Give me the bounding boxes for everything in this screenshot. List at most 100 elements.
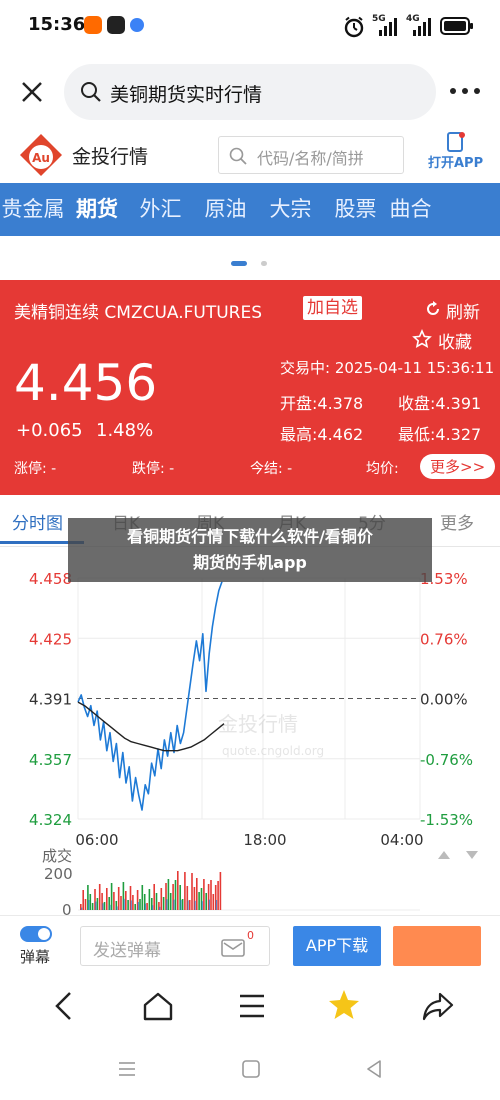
tab-more[interactable]: 更多 xyxy=(440,509,474,534)
volume-bar xyxy=(148,889,151,910)
volume-bar xyxy=(106,888,108,910)
cat-item-more[interactable]: 曲合 xyxy=(388,183,433,236)
volume-bar xyxy=(169,893,172,910)
limit-down: 跌停: - xyxy=(132,461,175,477)
volume-bar-mark xyxy=(109,904,111,910)
close-icon[interactable] xyxy=(20,80,44,104)
high-price: 最高:4.462 xyxy=(280,425,364,444)
volume-bar-mark xyxy=(95,901,97,910)
app-download-button[interactable]: APP下载 xyxy=(293,926,381,966)
volume-bar xyxy=(217,881,219,910)
volume-bar xyxy=(84,899,87,910)
menu-icon[interactable] xyxy=(238,993,266,1019)
more-details-button[interactable]: 更多>> xyxy=(420,454,496,479)
volume-bar-mark xyxy=(166,899,168,910)
recent-apps-icon[interactable] xyxy=(118,1061,136,1077)
y-tick-left: 4.391 xyxy=(29,691,72,709)
volume-bar xyxy=(196,878,198,910)
cat-item-precious-metals[interactable]: 贵金属 xyxy=(0,183,66,236)
volume-bar xyxy=(82,890,84,910)
system-back-icon[interactable] xyxy=(366,1060,382,1078)
volume-bar-mark xyxy=(88,900,90,910)
orange-action-button[interactable] xyxy=(393,926,481,966)
star-outline-icon xyxy=(412,329,432,348)
star-favorite-icon[interactable] xyxy=(327,989,361,1021)
site-search-icon xyxy=(229,147,247,165)
chart-axis-labels: 4.458 1.53%4.425 0.76%4.391 0.00%4.357 -0.76… xyxy=(29,570,473,849)
volume-bar xyxy=(113,892,115,910)
app-notification-icon xyxy=(107,16,125,34)
volume-bar xyxy=(146,903,148,910)
volume-bar xyxy=(125,891,127,910)
volume-tick-200: 200 xyxy=(44,865,73,883)
volume-bar xyxy=(198,892,200,910)
svg-text:Au: Au xyxy=(32,151,50,165)
volume-bar-mark xyxy=(102,903,104,910)
quote-panel: 美精铜连续 CMZCUA.FUTURES 加自选 刷新 收藏 4.456 +0.… xyxy=(0,280,500,495)
prev-close-price: 收盘:4.391 xyxy=(398,394,482,413)
collapse-up-icon[interactable] xyxy=(438,851,450,859)
back-icon[interactable] xyxy=(52,991,76,1021)
price-change-pct: 1.48% xyxy=(96,420,154,441)
volume-bar xyxy=(91,903,94,910)
danmu-toggle[interactable] xyxy=(20,926,52,942)
open-app-button[interactable]: 打开APP xyxy=(424,132,486,178)
message-icon[interactable] xyxy=(221,937,247,959)
more-menu-icon[interactable] xyxy=(448,86,482,96)
volume-bar xyxy=(141,885,144,910)
volume-bar xyxy=(174,880,177,910)
system-home-icon[interactable] xyxy=(242,1060,260,1078)
home-icon[interactable] xyxy=(142,991,174,1021)
refresh-icon xyxy=(427,301,439,315)
volume-bar xyxy=(98,884,101,910)
alarm-icon xyxy=(344,16,364,38)
watermark-url: quote.cngold.org xyxy=(222,744,324,758)
phone-app-icon xyxy=(447,132,465,152)
tab-intraday[interactable]: 分时图 xyxy=(12,509,63,534)
cat-item-crude-oil[interactable]: 原油 xyxy=(193,183,258,236)
volume-bar xyxy=(210,880,212,910)
volume-bar xyxy=(184,872,186,910)
volume-bar-mark xyxy=(173,899,175,910)
volume-bar xyxy=(203,879,205,910)
browser-search-text: 美铜期货实时行情 xyxy=(110,84,263,106)
cat-item-stocks[interactable]: 股票 xyxy=(323,183,388,236)
battery-icon xyxy=(440,17,473,35)
price-line xyxy=(77,581,223,811)
y-tick-right: -0.76% xyxy=(420,751,473,769)
site-brand[interactable]: 金投行情 xyxy=(72,142,148,169)
site-search-input[interactable]: 代码/名称/简拼 xyxy=(218,136,404,174)
expand-down-icon[interactable] xyxy=(466,851,478,859)
cngold-logo-icon[interactable]: Au xyxy=(18,132,64,178)
y-tick-left: 4.425 xyxy=(29,630,72,648)
quote-name: 美精铜连续 CMZCUA.FUTURES xyxy=(14,303,263,323)
refresh-button[interactable]: 刷新 xyxy=(424,298,486,323)
volume-bar xyxy=(96,898,99,910)
volume-bar-mark xyxy=(152,905,154,910)
system-nav-bar xyxy=(0,1037,500,1100)
favorite-button[interactable]: 收藏 xyxy=(412,328,488,353)
site-search-placeholder: 代码/名称/简拼 xyxy=(257,149,364,168)
danmu-toggle-label: 弹幕 xyxy=(20,948,51,966)
cat-item-forex[interactable]: 外汇 xyxy=(128,183,193,236)
watermark-text: 金投行情 xyxy=(218,712,298,736)
price-change: +0.065 xyxy=(16,420,83,441)
signal-5g-icon xyxy=(379,18,397,36)
limit-up: 涨停: - xyxy=(14,461,57,477)
last-price: 4.456 xyxy=(14,354,158,412)
browser-search-bar[interactable]: 美铜期货实时行情 xyxy=(64,64,436,120)
volume-bar-mark xyxy=(215,900,218,910)
share-icon[interactable] xyxy=(422,991,454,1021)
cat-item-commodities[interactable]: 大宗 xyxy=(258,183,323,236)
cat-item-futures[interactable]: 期货 xyxy=(66,183,128,236)
add-watchlist-button[interactable]: 加自选 xyxy=(303,296,362,320)
open-app-label: 打开APP xyxy=(428,156,484,171)
status-bar: 15:36 5G 4G xyxy=(0,0,500,56)
x-tick: 06:00 xyxy=(75,831,118,849)
y-tick-left: 4.458 xyxy=(29,570,72,588)
volume-label: 成交 xyxy=(42,847,72,865)
danmu-input[interactable]: 发送弹幕 0 xyxy=(80,926,270,966)
volume-bar-mark xyxy=(194,900,196,910)
low-price: 最低:4.327 xyxy=(398,425,482,444)
browser-bottom-nav xyxy=(0,975,500,1037)
